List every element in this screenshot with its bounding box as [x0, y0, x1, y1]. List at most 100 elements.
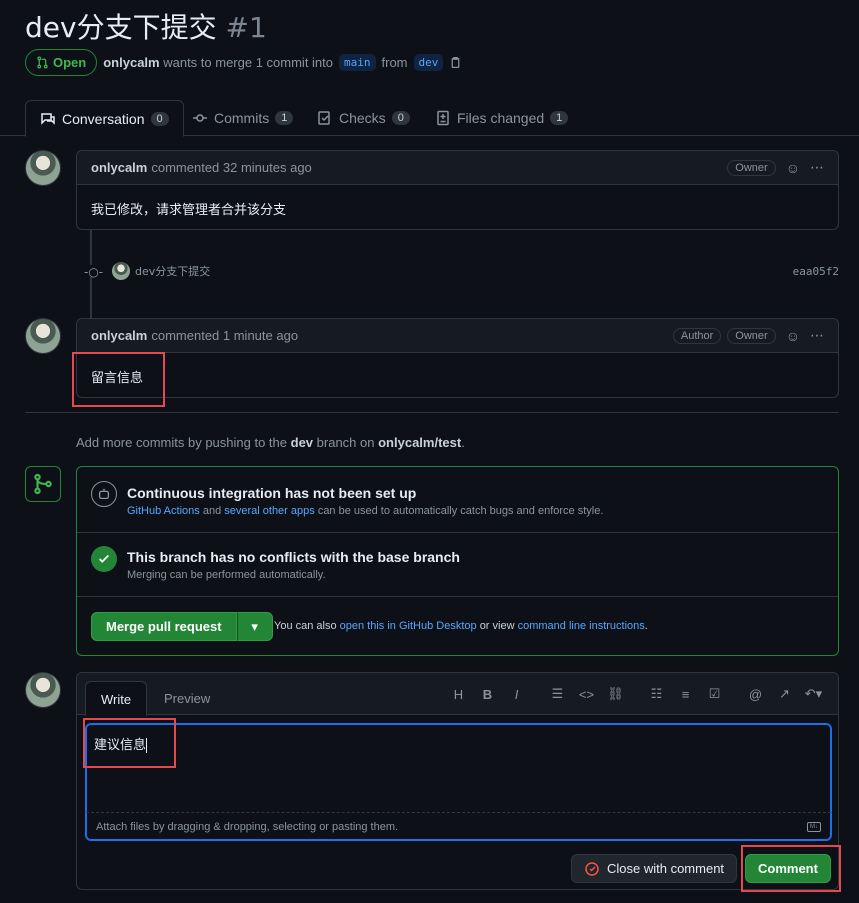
- ci-section: Continuous integration has not been set …: [77, 467, 838, 533]
- link-icon[interactable]: ⛓: [601, 685, 630, 703]
- smiley-icon[interactable]: ☺: [786, 160, 800, 176]
- heading-icon[interactable]: H: [444, 685, 473, 703]
- comment-discussion-icon: [41, 112, 55, 125]
- kebab-horizontal-icon[interactable]: ⋯: [810, 327, 824, 344]
- kebab-horizontal-icon[interactable]: ⋯: [810, 159, 824, 176]
- comment-header: onlycalm commented 32 minutes ago Owner …: [77, 151, 838, 185]
- tab-commits[interactable]: Commits 1: [178, 100, 307, 136]
- push-note-repo[interactable]: onlycalm/test: [378, 435, 461, 450]
- tab-write[interactable]: Write: [85, 681, 148, 716]
- merge-button-group: Merge pull request ▾: [91, 612, 273, 641]
- pr-state-row: Open onlycalm wants to merge 1 commit in…: [25, 49, 462, 76]
- tab-counter: 1: [550, 111, 569, 125]
- push-note-suffix: .: [461, 435, 465, 450]
- other-apps-link[interactable]: several other apps: [224, 505, 315, 517]
- alt-or: or view: [479, 620, 515, 632]
- comment-author[interactable]: onlycalm: [91, 328, 147, 343]
- push-note-middle: branch on: [316, 435, 375, 450]
- comment-time[interactable]: commented 1 minute ago: [151, 328, 298, 343]
- reply-icon[interactable]: ↶▾: [799, 685, 828, 703]
- tab-label: Files changed: [457, 110, 545, 126]
- tab-counter: 1: [275, 111, 294, 125]
- tab-preview[interactable]: Preview: [149, 681, 225, 716]
- cross-reference-icon[interactable]: ↗: [770, 685, 799, 703]
- pull-request-icon: [37, 56, 48, 69]
- ci-and: and: [202, 505, 222, 517]
- push-note-branch: dev: [290, 435, 314, 450]
- commit-icon: -○-: [84, 265, 104, 279]
- check-glyph: [99, 554, 109, 563]
- tab-label: Conversation: [62, 110, 145, 127]
- comment-textarea[interactable]: 建议信息 Attach files by dragging & dropping…: [85, 723, 832, 841]
- tab-counter: 0: [391, 111, 410, 125]
- copy-icon[interactable]: [449, 56, 462, 69]
- push-note-prefix: Add more commits by pushing to the: [76, 435, 287, 450]
- mention-icon[interactable]: @: [741, 685, 770, 703]
- ci-rest: can be used to automatically catch bugs …: [317, 505, 604, 517]
- ordered-list-icon[interactable]: ≡: [671, 685, 700, 703]
- editor-tabs: Write Preview H B I ☰ <> ⛓ ☷ ≡ ☑ @ ↗ ↶▾: [77, 673, 838, 716]
- github-actions-link[interactable]: GitHub Actions: [127, 505, 200, 517]
- comment-body: 留言信息: [91, 371, 144, 386]
- open-desktop-link[interactable]: open this in GitHub Desktop: [340, 620, 477, 632]
- robot-icon: [91, 481, 117, 507]
- owner-badge: Owner: [727, 159, 776, 176]
- page-title: dev分支下提交 #1: [25, 6, 267, 46]
- merge-alternatives: You can also open this in GitHub Desktop…: [274, 620, 648, 632]
- bold-icon[interactable]: B: [473, 685, 502, 703]
- comment-header: onlycalm commented 1 minute ago Author O…: [77, 319, 838, 353]
- italic-icon[interactable]: I: [502, 685, 531, 703]
- comment-card: onlycalm commented 1 minute ago Author O…: [76, 318, 839, 398]
- pr-author-link[interactable]: onlycalm: [103, 55, 159, 70]
- avatar[interactable]: [112, 262, 130, 280]
- code-icon[interactable]: <>: [572, 685, 601, 703]
- pr-title: dev分支下提交: [25, 11, 217, 44]
- merge-meta-text: wants to merge 1 commit into: [163, 55, 334, 70]
- tab-label: Commits: [214, 110, 270, 126]
- conflict-section: This branch has no conflicts with the ba…: [77, 533, 838, 597]
- merge-box: Continuous integration has not been set …: [76, 466, 839, 656]
- tab-label: Checks: [339, 110, 386, 126]
- tab-conversation[interactable]: Conversation 0: [25, 100, 184, 137]
- comment-time[interactable]: commented 32 minutes ago: [151, 160, 311, 175]
- commit-sha[interactable]: eaa05f2: [793, 265, 839, 278]
- alt-prefix: You can also: [274, 620, 337, 632]
- commit-message[interactable]: dev分支下提交: [135, 263, 210, 279]
- unordered-list-icon[interactable]: ☷: [642, 685, 671, 703]
- avatar[interactable]: [25, 318, 61, 354]
- close-with-comment-button[interactable]: Close with comment: [571, 854, 738, 883]
- markdown-icon: M↓: [807, 821, 821, 832]
- pr-number: #1: [225, 11, 267, 44]
- highlight-box: [83, 718, 176, 768]
- avatar[interactable]: [25, 150, 61, 186]
- merge-pull-request-button[interactable]: Merge pull request: [91, 612, 237, 641]
- comment-body: 我已修改，请求管理者合并该分支: [91, 203, 287, 218]
- status-label: Open: [53, 55, 87, 70]
- highlight-box: [741, 845, 841, 892]
- head-branch[interactable]: dev: [413, 54, 444, 71]
- comment-card: onlycalm commented 32 minutes ago Owner …: [76, 150, 839, 230]
- author-badge: Author: [672, 327, 722, 344]
- status-badge: Open: [25, 49, 98, 76]
- divider: [25, 412, 839, 413]
- smiley-icon[interactable]: ☺: [786, 328, 800, 344]
- close-button-label: Close with comment: [607, 861, 725, 876]
- command-line-link[interactable]: command line instructions: [518, 620, 645, 632]
- conflict-title: This branch has no conflicts with the ba…: [127, 549, 460, 565]
- commit-row: -○- dev分支下提交 eaa05f2: [84, 262, 839, 280]
- merge-dropdown-button[interactable]: ▾: [236, 612, 273, 641]
- push-note: Add more commits by pushing to the dev b…: [76, 435, 465, 450]
- avatar[interactable]: [25, 672, 61, 708]
- quote-icon[interactable]: ☰: [543, 685, 572, 703]
- commit-icon: [193, 114, 207, 122]
- tab-files-changed[interactable]: Files changed 1: [421, 100, 582, 136]
- robot-glyph: [98, 488, 110, 500]
- tab-checks[interactable]: Checks 0: [303, 100, 424, 136]
- attach-files-bar[interactable]: Attach files by dragging & dropping, sel…: [86, 812, 831, 840]
- comment-author[interactable]: onlycalm: [91, 160, 147, 175]
- tasklist-icon[interactable]: ☑: [700, 685, 729, 703]
- base-branch[interactable]: main: [339, 54, 376, 71]
- ci-title: Continuous integration has not been set …: [127, 485, 417, 501]
- tab-counter: 0: [150, 111, 169, 126]
- branch-icon: [34, 473, 52, 495]
